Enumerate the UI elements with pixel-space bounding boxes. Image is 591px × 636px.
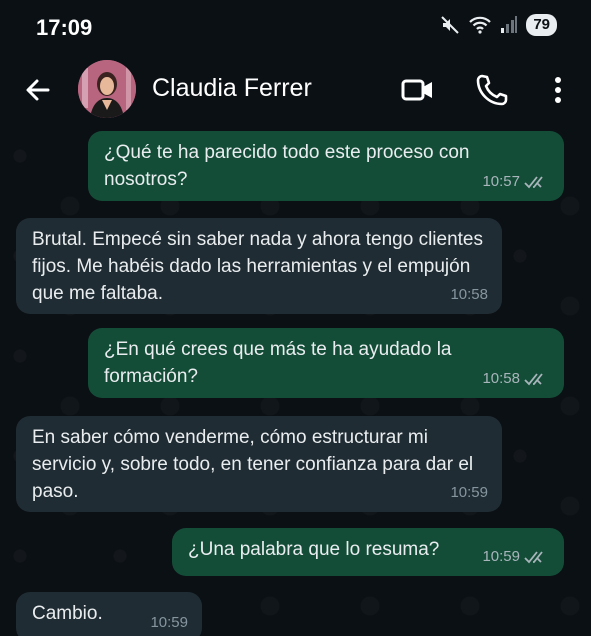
- message-time: 10:59: [150, 614, 188, 631]
- read-ticks-icon: [524, 175, 543, 188]
- more-vert-icon[interactable]: [540, 72, 576, 108]
- phone-icon[interactable]: [474, 72, 510, 108]
- chat-area[interactable]: ¿Qué te ha parecido todo este proceso co…: [0, 126, 591, 636]
- avatar[interactable]: [78, 60, 136, 118]
- message-bubble-outgoing[interactable]: ¿Una palabra que lo resuma? 10:59: [172, 528, 564, 576]
- back-arrow-icon[interactable]: [22, 74, 54, 106]
- message-text: Brutal. Empecé sin saber nada y ahora te…: [32, 229, 483, 304]
- status-time: 17:09: [36, 15, 93, 40]
- message-time: 10:59: [482, 548, 520, 565]
- message-bubble-outgoing[interactable]: ¿Qué te ha parecido todo este proceso co…: [88, 131, 564, 201]
- message-bubble-incoming[interactable]: Brutal. Empecé sin saber nada y ahora te…: [16, 218, 502, 314]
- status-icons: 79: [440, 14, 557, 36]
- message-text: En saber cómo venderme, cómo estructurar…: [32, 427, 474, 502]
- status-bar: 17:09 79: [0, 0, 591, 56]
- mute-icon: [441, 16, 460, 34]
- message-time: 10:58: [482, 370, 520, 387]
- signal-icon: [501, 16, 518, 33]
- wifi-icon: [469, 16, 492, 34]
- read-ticks-icon: [524, 550, 543, 563]
- avatar-image: [78, 60, 136, 118]
- contact-name[interactable]: Claudia Ferrer: [152, 74, 312, 103]
- message-bubble-incoming[interactable]: En saber cómo venderme, cómo estructurar…: [16, 416, 502, 512]
- message-meta: 10:59: [150, 609, 188, 636]
- message-time: 10:59: [450, 484, 488, 501]
- message-meta: 10:58: [450, 281, 488, 308]
- message-bubble-outgoing[interactable]: ¿En qué crees que más te ha ayudado la f…: [88, 328, 564, 398]
- chat-header: Claudia Ferrer: [0, 56, 591, 126]
- video-call-icon[interactable]: [400, 72, 436, 108]
- message-meta: 10:57: [482, 168, 550, 195]
- read-ticks-icon: [524, 372, 543, 385]
- message-bubble-incoming[interactable]: Cambio. 10:59: [16, 592, 202, 636]
- message-time: 10:57: [482, 173, 520, 190]
- battery-icon: 79: [526, 14, 557, 36]
- message-meta: 10:59: [482, 543, 550, 570]
- message-time: 10:58: [450, 286, 488, 303]
- message-meta: 10:58: [482, 365, 550, 392]
- message-meta: 10:59: [450, 479, 488, 506]
